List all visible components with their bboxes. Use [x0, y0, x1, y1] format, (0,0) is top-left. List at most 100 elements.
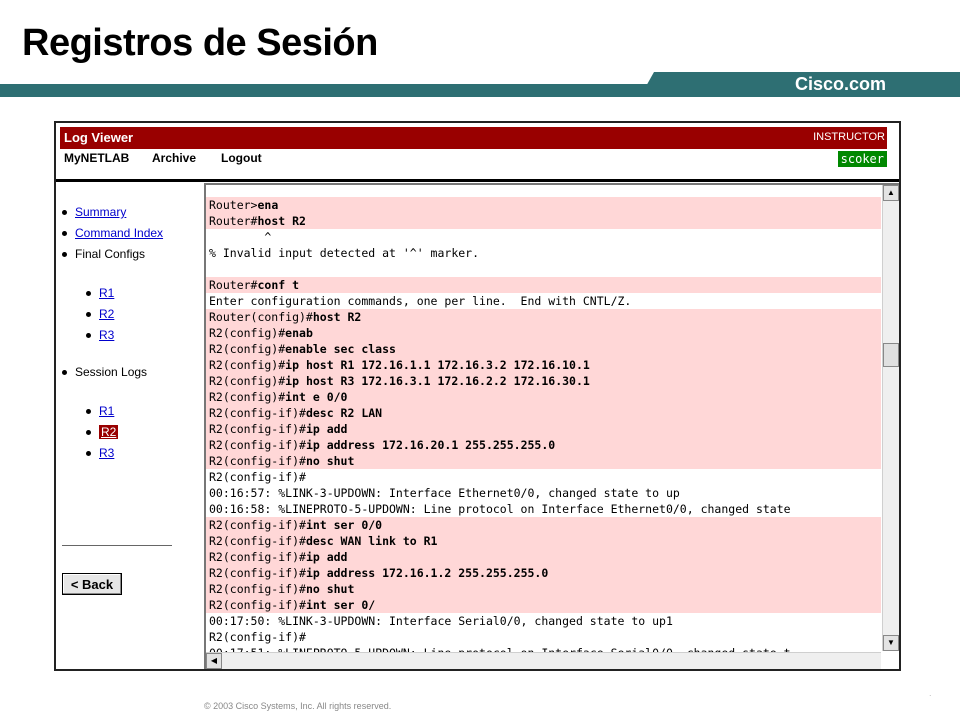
- session-log-r3-link[interactable]: R3: [99, 446, 114, 460]
- corner-mark: .: [929, 688, 932, 698]
- sidebar-item-summary: Summary: [62, 205, 126, 219]
- bullet-icon: [62, 231, 67, 237]
- log-line: R2(config-if)#ip address 172.16.20.1 255…: [206, 437, 881, 453]
- log-line: R2(config-if)#ip add: [206, 421, 881, 437]
- log-prompt: Router(config)#: [209, 310, 313, 324]
- final-config-r1-link[interactable]: R1: [99, 286, 114, 300]
- log-lines: Router>ena Router#host R2 ^% Invalid inpu…: [206, 197, 881, 661]
- final-config-r2-link[interactable]: R2: [99, 307, 114, 321]
- user-badge: scoker: [837, 151, 887, 167]
- bullet-icon: [86, 430, 91, 436]
- session-log-r2-link[interactable]: R2: [99, 425, 119, 439]
- log-line: R2(config)#ip host R3 172.16.3.1 172.16.…: [206, 373, 881, 389]
- session-log-pane[interactable]: Router>ena Router#host R2 ^% Invalid inpu…: [204, 183, 899, 669]
- log-command: no shut: [305, 582, 355, 596]
- log-prompt: R2(config-if)#: [209, 566, 306, 580]
- log-prompt: R2(config-if)#: [209, 422, 306, 436]
- log-prompt: 00:16:57: %LINK-3-UPDOWN: Interface Ethe…: [209, 486, 680, 500]
- session-log-item: R3: [86, 446, 114, 460]
- log-command: desc R2 LAN: [305, 406, 383, 420]
- log-command: ip address 172.16.20.1 255.255.255.0: [305, 438, 556, 452]
- bullet-icon: [86, 451, 91, 457]
- log-command: ip add: [305, 422, 348, 436]
- log-command: int ser 0/0: [305, 518, 383, 532]
- log-line: % Invalid input detected at '^' marker.: [206, 245, 881, 261]
- back-button[interactable]: < Back: [62, 573, 122, 595]
- horizontal-scrollbar[interactable]: ◀: [206, 652, 881, 669]
- final-config-item: R1: [86, 286, 114, 300]
- scroll-down-icon[interactable]: ▼: [883, 635, 899, 651]
- log-line: ^: [206, 229, 881, 245]
- log-prompt: Router#: [209, 214, 258, 228]
- log-prompt: R2(config)#: [209, 342, 286, 356]
- log-line: R2(config-if)#desc WAN link to R1: [206, 533, 881, 549]
- cisco-brand: Cisco.com: [795, 74, 887, 94]
- log-line: 00:16:58: %LINEPROTO-5-UPDOWN: Line prot…: [206, 501, 881, 517]
- log-line: Router#conf t: [206, 277, 881, 293]
- bullet-icon: [86, 409, 91, 415]
- final-config-item: R2: [86, 307, 114, 321]
- bullet-icon: [62, 252, 67, 258]
- log-prompt: R2(config-if)#: [209, 630, 306, 644]
- bullet-icon: [86, 291, 91, 297]
- menu-mynetlab[interactable]: MyNETLAB: [64, 151, 129, 165]
- command-index-link[interactable]: Command Index: [75, 226, 163, 240]
- log-line: R2(config-if)#int ser 0/0: [206, 517, 881, 533]
- session-log-item: R1: [86, 404, 114, 418]
- log-line: R2(config)#enable sec class: [206, 341, 881, 357]
- log-prompt: 00:17:50: %LINK-3-UPDOWN: Interface Seri…: [209, 614, 673, 628]
- bullet-icon: [62, 370, 67, 376]
- log-prompt: R2(config-if)#: [209, 438, 306, 452]
- log-command: no shut: [305, 454, 355, 468]
- log-line: R2(config-if)#: [206, 629, 881, 645]
- sidebar-divider: [62, 545, 172, 546]
- sidebar-item-command-index: Command Index: [62, 226, 163, 240]
- sidebar-item-final-configs: Final Configs: [62, 247, 145, 261]
- log-line: R2(config-if)#int ser 0/: [206, 597, 881, 613]
- scroll-up-icon[interactable]: ▲: [883, 185, 899, 201]
- session-log-r1-link[interactable]: R1: [99, 404, 114, 418]
- log-line: R2(config-if)#ip address 172.16.1.2 255.…: [206, 565, 881, 581]
- log-line: Router>ena: [206, 197, 881, 213]
- vertical-scrollbar[interactable]: ▲ ▼: [882, 185, 899, 651]
- menu-divider: [56, 179, 899, 182]
- log-prompt: R2(config-if)#: [209, 550, 306, 564]
- scroll-left-icon[interactable]: ◀: [206, 653, 222, 669]
- sidebar-item-session-logs: Session Logs: [62, 365, 147, 379]
- log-line: R2(config-if)#no shut: [206, 581, 881, 597]
- log-prompt: Router>: [209, 198, 258, 212]
- menu-archive[interactable]: Archive: [152, 151, 196, 165]
- log-prompt: R2(config)#: [209, 374, 286, 388]
- app-menubar: MyNETLAB Archive Logout scoker: [60, 149, 887, 169]
- log-line: Enter configuration commands, one per li…: [206, 293, 881, 309]
- log-line: R2(config-if)#: [206, 469, 881, 485]
- log-command: conf t: [257, 278, 300, 292]
- log-command: host R2: [257, 214, 306, 228]
- sidebar-nav: Summary Command Index Final Configs R1 R…: [56, 183, 204, 669]
- log-prompt: R2(config)#: [209, 326, 286, 340]
- summary-link[interactable]: Summary: [75, 205, 126, 219]
- log-command: ip host R3 172.16.3.1 172.16.2.2 172.16.…: [285, 374, 590, 388]
- log-line: R2(config)#enab: [206, 325, 881, 341]
- app-title: Log Viewer: [64, 130, 134, 145]
- log-command: desc WAN link to R1: [305, 534, 438, 548]
- log-line: R2(config-if)#desc R2 LAN: [206, 405, 881, 421]
- log-prompt: R2(config-if)#: [209, 518, 306, 532]
- log-prompt: Router#: [209, 278, 258, 292]
- bullet-icon: [62, 210, 67, 216]
- final-config-r3-link[interactable]: R3: [99, 328, 114, 342]
- session-logs-label: Session Logs: [75, 365, 148, 379]
- log-prompt: R2(config-if)#: [209, 534, 306, 548]
- log-prompt: ^: [209, 230, 272, 244]
- scroll-thumb[interactable]: [883, 343, 899, 367]
- log-command: int ser 0/: [305, 598, 376, 612]
- menu-logout[interactable]: Logout: [221, 151, 262, 165]
- log-prompt: R2(config-if)#: [209, 470, 306, 484]
- log-line: R2(config-if)#ip add: [206, 549, 881, 565]
- log-prompt: Enter configuration commands, one per li…: [209, 294, 632, 308]
- log-prompt: 00:16:58: %LINEPROTO-5-UPDOWN: Line prot…: [209, 502, 791, 516]
- log-prompt: % Invalid input detected at '^' marker.: [209, 246, 480, 260]
- role-label: INSTRUCTOR: [813, 131, 885, 143]
- log-command: ip address 172.16.1.2 255.255.255.0: [305, 566, 549, 580]
